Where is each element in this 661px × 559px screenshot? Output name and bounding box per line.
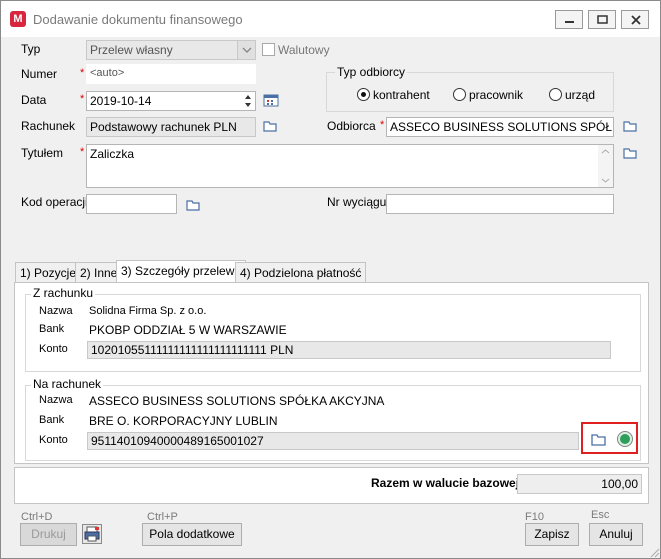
radio-pracownik-label: pracownik bbox=[469, 88, 524, 102]
radio-kontrahent[interactable] bbox=[357, 88, 370, 101]
pola-hint: Ctrl+P bbox=[147, 511, 178, 523]
radio-urzad-label: urząd bbox=[565, 88, 596, 102]
anuluj-button[interactable]: Anuluj bbox=[589, 523, 643, 546]
tab-panel: Z rachunku Nazwa Solidna Firma Sp. z o.o… bbox=[14, 282, 649, 464]
folder-icon[interactable] bbox=[623, 147, 637, 159]
tytulem-label: Tytułem bbox=[21, 146, 64, 160]
tab-pozycje[interactable]: 1) Pozycje bbox=[15, 262, 82, 282]
kod-operacji-field[interactable] bbox=[86, 194, 177, 214]
kod-operacji-label: Kod operacji bbox=[21, 195, 88, 209]
zapisz-button[interactable]: Zapisz bbox=[525, 523, 579, 546]
window: M Dodawanie dokumentu finansowego Typ Pr… bbox=[0, 0, 661, 559]
required-mark: * bbox=[80, 93, 85, 105]
tab-szczegoly-przelewu[interactable]: 3) Szczegóły przelewu bbox=[116, 260, 247, 283]
radio-pracownik[interactable] bbox=[453, 88, 466, 101]
dropdown-arrow-icon bbox=[237, 41, 255, 59]
z-konto-field[interactable]: 10201055111111111111111111111 PLN bbox=[87, 341, 611, 359]
numer-label: Numer bbox=[21, 67, 58, 81]
nr-wyciagu-field[interactable] bbox=[386, 194, 614, 214]
pola-dodatkowe-button[interactable]: Pola dodatkowe bbox=[142, 523, 242, 546]
spin-icon[interactable] bbox=[243, 93, 253, 109]
folder-icon[interactable] bbox=[263, 120, 277, 132]
nr-wyciagu-label: Nr wyciągu bbox=[327, 195, 387, 209]
radio-kontrahent-label: kontrahent bbox=[373, 88, 430, 102]
zapisz-hint: F10 bbox=[525, 511, 544, 523]
close-button[interactable] bbox=[621, 10, 649, 29]
typ-odbiorcy-title: Typ odbiorcy bbox=[335, 65, 408, 79]
z-nazwa-label: Nazwa bbox=[39, 305, 73, 317]
z-nazwa-value: Solidna Firma Sp. z o.o. bbox=[89, 305, 207, 317]
window-title: Dodawanie dokumentu finansowego bbox=[33, 12, 243, 27]
tytulem-textarea[interactable]: Zaliczka bbox=[86, 144, 614, 188]
na-rachunek-title: Na rachunek bbox=[31, 377, 104, 391]
required-mark: * bbox=[80, 67, 85, 79]
maximize-icon bbox=[597, 15, 608, 24]
walutowy-checkbox[interactable] bbox=[262, 43, 275, 56]
z-rachunku-title: Z rachunku bbox=[31, 286, 96, 300]
numer-field[interactable]: <auto> bbox=[86, 64, 256, 84]
print-menu-button[interactable] bbox=[82, 524, 102, 544]
na-bank-value: BRE O. KORPORACYJNY LUBLIN bbox=[89, 414, 278, 428]
na-nazwa-value: ASSECO BUSINESS SOLUTIONS SPÓŁKA AKCYJNA bbox=[89, 394, 385, 408]
na-bank-label: Bank bbox=[39, 414, 65, 426]
close-icon bbox=[631, 15, 641, 25]
rachunek-label: Rachunek bbox=[21, 119, 76, 133]
status-circle-icon[interactable] bbox=[616, 430, 634, 448]
minimize-icon bbox=[565, 21, 574, 23]
required-mark: * bbox=[380, 119, 385, 131]
data-field[interactable]: 2019-10-14 bbox=[86, 91, 256, 111]
tab-podzielona-platnosc[interactable]: 4) Podzielona płatność bbox=[235, 262, 367, 282]
title-bar: M Dodawanie dokumentu finansowego bbox=[1, 1, 660, 37]
calendar-icon[interactable] bbox=[263, 93, 279, 107]
folder-icon[interactable] bbox=[186, 199, 200, 211]
odbiorca-field[interactable]: ASSECO BUSINESS SOLUTIONS SPÓŁKA A bbox=[386, 117, 614, 137]
na-konto-label: Konto bbox=[39, 434, 68, 446]
data-label: Data bbox=[21, 93, 47, 107]
textarea-scrollbar[interactable] bbox=[598, 145, 613, 187]
na-nazwa-label: Nazwa bbox=[39, 394, 73, 406]
rachunek-field[interactable]: Podstawowy rachunek PLN bbox=[86, 117, 256, 137]
razem-value: 100,00 bbox=[517, 474, 642, 494]
highlight-box bbox=[581, 422, 638, 454]
app-logo-icon: M bbox=[10, 11, 26, 27]
typ-value: Przelew własny bbox=[90, 43, 173, 57]
data-value: 2019-10-14 bbox=[90, 94, 152, 108]
razem-label: Razem w walucie bazowej bbox=[371, 476, 520, 490]
minimize-button[interactable] bbox=[555, 10, 583, 29]
na-konto-field[interactable]: 95114010940000489165001027 bbox=[87, 432, 579, 450]
folder-icon[interactable] bbox=[591, 433, 607, 447]
tytulem-value: Zaliczka bbox=[90, 147, 135, 161]
typ-select[interactable]: Przelew własny bbox=[86, 40, 256, 60]
drukuj-hint: Ctrl+D bbox=[21, 511, 53, 523]
printer-icon bbox=[84, 526, 100, 542]
folder-icon[interactable] bbox=[623, 120, 637, 132]
walutowy-label: Walutowy bbox=[278, 43, 330, 57]
radio-urzad[interactable] bbox=[549, 88, 562, 101]
z-bank-label: Bank bbox=[39, 323, 65, 335]
z-bank-value: PKOBP ODDZIAŁ 5 W WARSZAWIE bbox=[89, 323, 287, 337]
drukuj-button[interactable]: Drukuj bbox=[20, 523, 77, 546]
z-konto-label: Konto bbox=[39, 343, 68, 355]
typ-label: Typ bbox=[21, 42, 41, 56]
odbiorca-label: Odbiorca bbox=[327, 119, 376, 133]
resize-grip-icon[interactable] bbox=[648, 546, 660, 558]
maximize-button[interactable] bbox=[588, 10, 616, 29]
required-mark: * bbox=[80, 146, 85, 158]
anuluj-hint: Esc bbox=[591, 509, 610, 521]
